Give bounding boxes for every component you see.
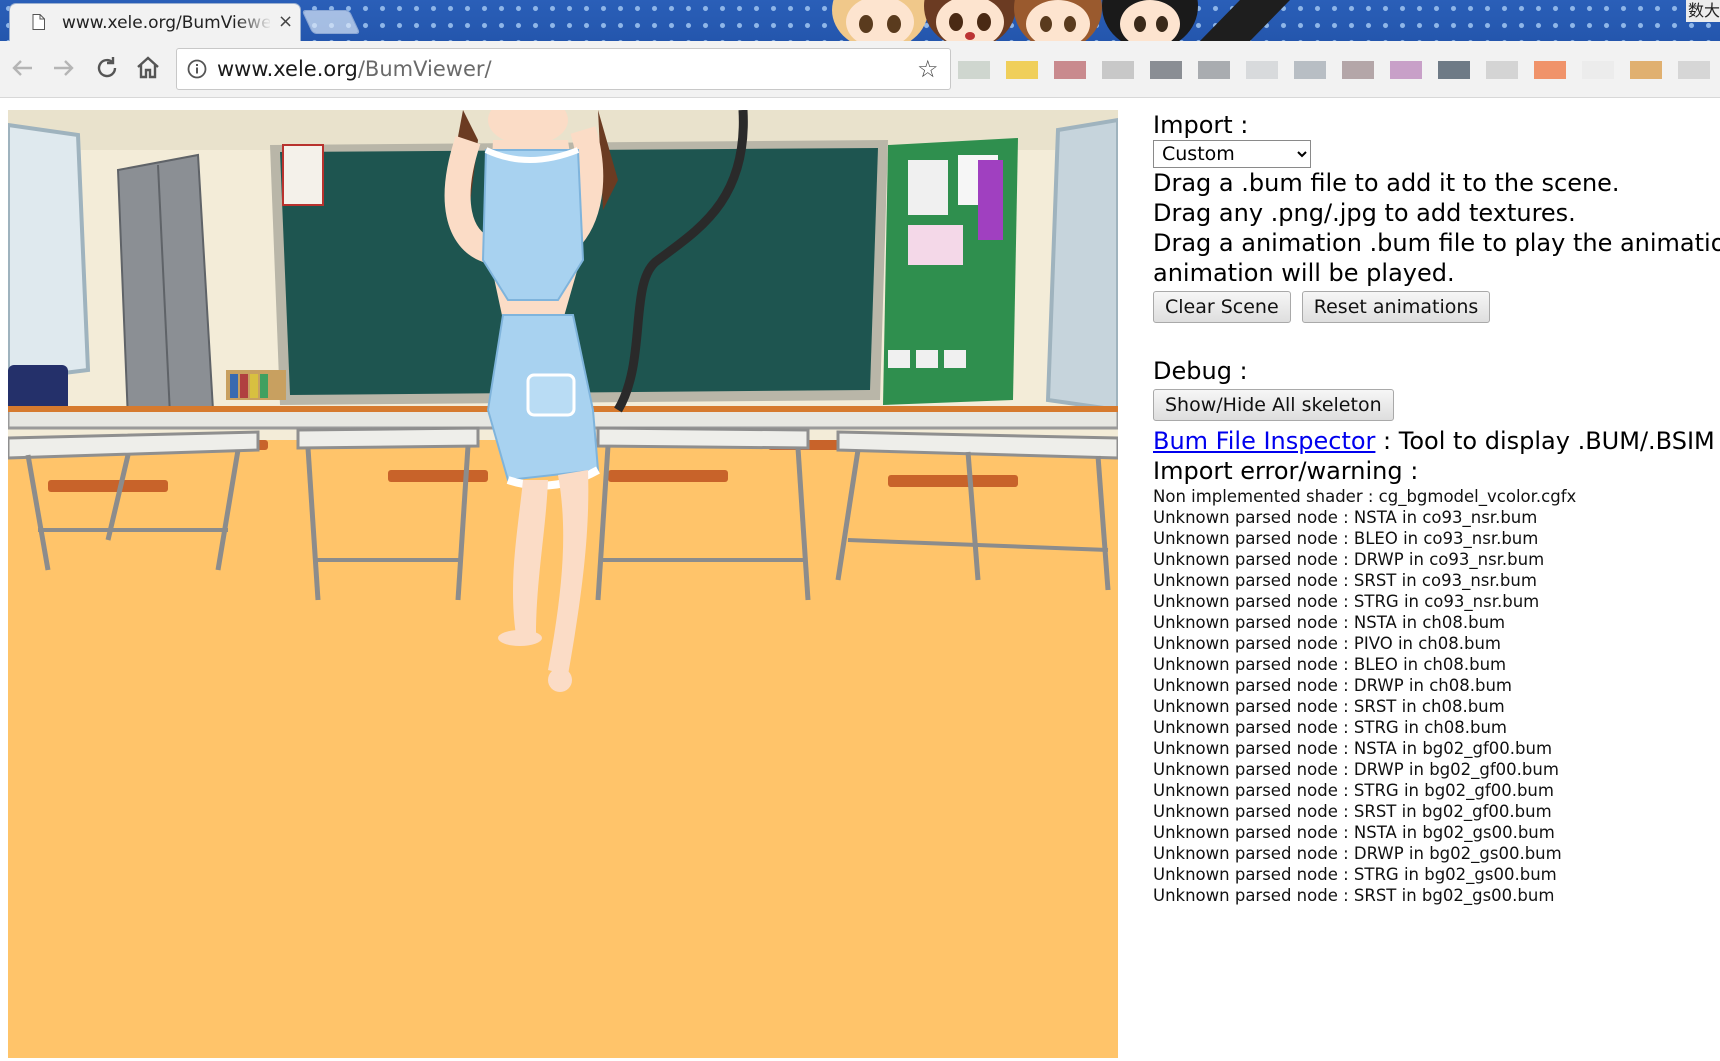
import-log: Non implemented shader : cg_bgmodel_vcol…	[1153, 486, 1576, 906]
classroom-scene	[8, 110, 1118, 1058]
log-line: Unknown parsed node : DRWP in bg02_gs00.…	[1153, 844, 1562, 863]
bookmark-icon[interactable]	[1054, 61, 1086, 79]
log-line: Unknown parsed node : STRG in bg02_gs00.…	[1153, 865, 1557, 884]
bookmark-icon[interactable]	[1486, 61, 1518, 79]
theme-banner-art	[832, 0, 1290, 41]
page-icon	[32, 14, 45, 30]
log-line: Unknown parsed node : STRG in co93_nsr.b…	[1153, 592, 1540, 611]
back-arrow-icon[interactable]	[8, 53, 38, 83]
forward-arrow-icon[interactable]	[48, 53, 78, 83]
bookmark-icon[interactable]	[958, 61, 990, 79]
inspector-description: : Tool to display .BUM/.BSIM data	[1383, 427, 1720, 455]
log-line: Unknown parsed node : BLEO in co93_nsr.b…	[1153, 529, 1539, 548]
reload-icon[interactable]	[92, 53, 122, 83]
log-line: Unknown parsed node : PIVO in ch08.bum	[1153, 634, 1502, 653]
log-line: Unknown parsed node : NSTA in co93_nsr.b…	[1153, 508, 1538, 527]
bookmarks-bar	[958, 55, 1720, 85]
bookmark-icon[interactable]	[1534, 61, 1566, 79]
debug-heading: Debug :	[1153, 357, 1248, 385]
log-line: Unknown parsed node : NSTA in bg02_gf00.…	[1153, 739, 1553, 758]
bookmark-icon[interactable]	[1630, 61, 1662, 79]
log-line: Unknown parsed node : BLEO in ch08.bum	[1153, 655, 1507, 674]
instruction-line: animation will be played.	[1153, 259, 1455, 287]
3d-viewer-canvas[interactable]	[8, 110, 1118, 1058]
close-tab-icon[interactable]: ×	[278, 11, 293, 32]
bookmark-icon[interactable]	[1102, 61, 1134, 79]
instruction-line: Drag any .png/.jpg to add textures.	[1153, 199, 1576, 227]
bum-file-inspector-link[interactable]: Bum File Inspector	[1153, 427, 1375, 455]
bookmark-icon[interactable]	[1582, 61, 1614, 79]
browser-toolbar: www.xele.org/BumViewer/ ☆	[0, 41, 1720, 98]
clear-scene-button[interactable]: Clear Scene	[1153, 291, 1291, 323]
url-path: /BumViewer/	[357, 57, 492, 81]
bookmark-star-icon[interactable]: ☆	[917, 55, 939, 83]
inspector-line: Bum File Inspector : Tool to display .BU…	[1153, 426, 1720, 456]
log-line: Unknown parsed node : DRWP in co93_nsr.b…	[1153, 550, 1545, 569]
reset-animations-button[interactable]: Reset animations	[1301, 291, 1491, 323]
bookmark-icon[interactable]	[1342, 61, 1374, 79]
url-host: www.xele.org	[217, 57, 358, 81]
bookmark-icon[interactable]	[1678, 61, 1710, 79]
bookmark-icon[interactable]	[1438, 61, 1470, 79]
log-line: Unknown parsed node : STRG in ch08.bum	[1153, 718, 1508, 737]
bookmark-icon[interactable]	[1006, 61, 1038, 79]
log-line: Unknown parsed node : NSTA in ch08.bum	[1153, 613, 1506, 632]
import-heading: Import :	[1153, 111, 1249, 139]
bookmark-icon[interactable]	[1390, 61, 1422, 79]
toggle-skeleton-button[interactable]: Show/Hide All skeleton	[1153, 389, 1394, 421]
bookmark-icon[interactable]	[1198, 61, 1230, 79]
log-line: Unknown parsed node : NSTA in bg02_gs00.…	[1153, 823, 1555, 842]
new-tab-button[interactable]	[302, 11, 360, 33]
import-preset-select[interactable]: Custom	[1153, 140, 1311, 168]
browser-tab[interactable]: www.xele.org/BumViewer/ ×	[10, 4, 300, 41]
import-error-heading: Import error/warning :	[1153, 457, 1419, 485]
log-line: Unknown parsed node : DRWP in ch08.bum	[1153, 676, 1512, 695]
log-line: Unknown parsed node : DRWP in bg02_gf00.…	[1153, 760, 1559, 779]
bookmark-icon[interactable]	[1246, 61, 1278, 79]
tab-strip: www.xele.org/BumViewer/ × 数大	[0, 0, 1720, 41]
log-line: Unknown parsed node : SRST in bg02_gf00.…	[1153, 802, 1552, 821]
bookmark-icon[interactable]	[1294, 61, 1326, 79]
bookmark-icon[interactable]	[1150, 61, 1182, 79]
address-bar[interactable]: www.xele.org/BumViewer/ ☆	[176, 48, 951, 90]
control-panel: Import : Custom Drag a .bum file to add …	[1153, 110, 1720, 1050]
log-line: Unknown parsed node : SRST in bg02_gs00.…	[1153, 886, 1555, 905]
home-icon[interactable]	[133, 53, 163, 83]
tab-title-fade	[236, 10, 272, 36]
site-info-icon[interactable]	[187, 59, 207, 79]
log-line: Unknown parsed node : SRST in ch08.bum	[1153, 697, 1505, 716]
ime-indicator: 数大	[1686, 0, 1720, 22]
instruction-line: Drag a .bum file to add it to the scene.	[1153, 169, 1620, 197]
url-text[interactable]: www.xele.org/BumViewer/	[217, 57, 492, 81]
log-line: Unknown parsed node : SRST in co93_nsr.b…	[1153, 571, 1537, 590]
instruction-line: Drag a animation .bum file to play the a…	[1153, 229, 1720, 257]
log-line: Non implemented shader : cg_bgmodel_vcol…	[1153, 487, 1577, 506]
log-line: Unknown parsed node : STRG in bg02_gf00.…	[1153, 781, 1554, 800]
